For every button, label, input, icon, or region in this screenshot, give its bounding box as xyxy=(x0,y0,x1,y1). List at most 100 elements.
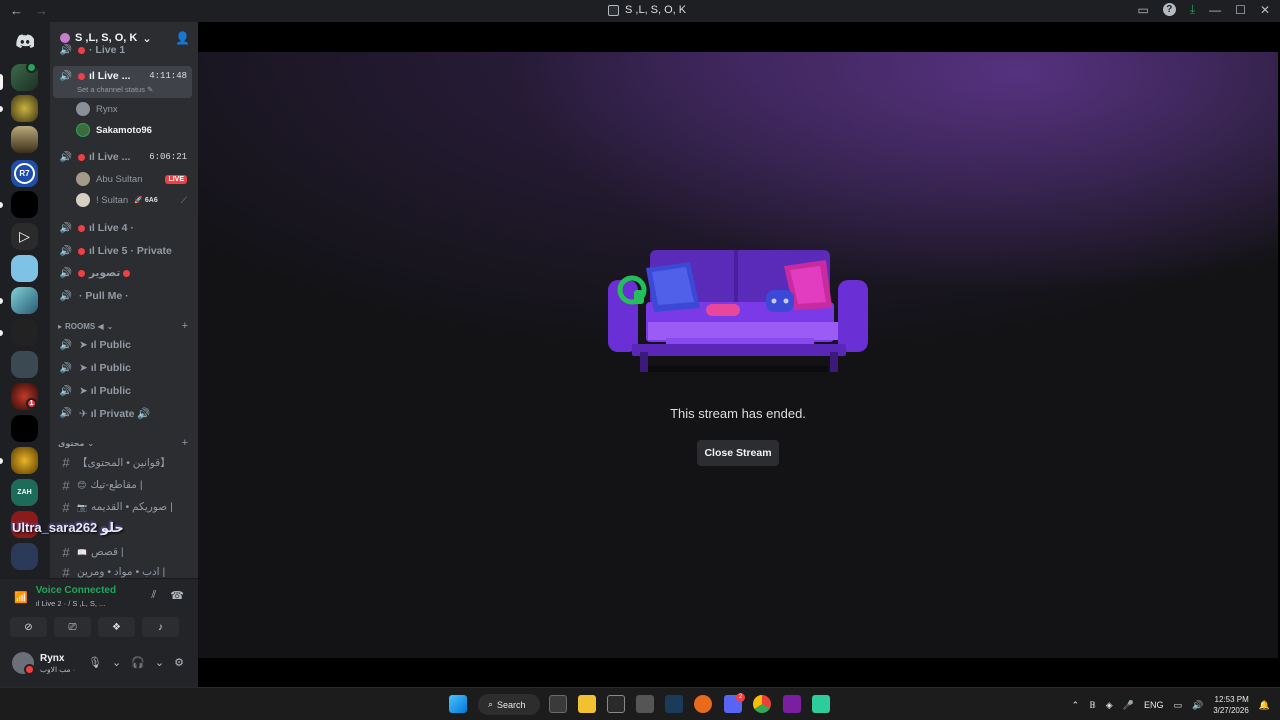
server-zah-icon[interactable]: ZAH xyxy=(11,479,38,506)
screen-share-button[interactable]: ⎚ xyxy=(54,617,91,637)
channel-name: ✈ ıl Private 🔊 xyxy=(79,407,151,420)
voice-user[interactable]: ! Sultan 🚀 6A6 ⟋ xyxy=(76,190,192,210)
forward-button[interactable]: → xyxy=(35,3,48,18)
server-person-icon[interactable] xyxy=(11,543,38,570)
voice-channel-photo[interactable]: 🔊 تصوير xyxy=(53,263,193,283)
voice-user[interactable]: Abu Sultan LIVE xyxy=(76,169,192,189)
server-dark-icon[interactable] xyxy=(11,319,38,346)
discord-logo-icon xyxy=(15,33,34,48)
noise-suppression-icon[interactable]: ⫽ xyxy=(151,589,156,602)
voice-user-name: Rynx xyxy=(96,103,118,115)
voice-status[interactable]: 📶 Voice Connected ıl Live 2 · / S ,L, S,… xyxy=(14,585,116,608)
speaker-icon: 🔊 xyxy=(59,245,73,257)
channel-timer: 6:06:21 xyxy=(149,152,187,162)
headphones-icon[interactable]: 🎧 xyxy=(131,656,145,669)
voice-channel-pullme[interactable]: 🔊 · Pull Me · xyxy=(53,286,193,306)
hashtag-icon: # xyxy=(62,454,70,470)
voice-channel-live3[interactable]: 🔊 ıl Live ... 6:06:21 xyxy=(53,147,193,167)
category-rooms[interactable]: ▸ ROOMS ◀ ⌄ + xyxy=(58,319,190,333)
back-button[interactable]: ← xyxy=(10,3,23,18)
hashtag-icon: # xyxy=(62,565,70,579)
soundboard-button[interactable]: ♪ xyxy=(142,617,179,637)
notification-icon[interactable]: 🔔 xyxy=(1259,700,1270,711)
server-faded-icon[interactable] xyxy=(11,95,38,122)
microphone-icon[interactable]: 🎙 xyxy=(88,656,102,669)
text-channel[interactable]: # ادب • مواد • ومرين | xyxy=(53,565,193,579)
language-indicator[interactable]: ENG xyxy=(1144,700,1164,710)
voice-user[interactable]: Sakamoto96 xyxy=(76,120,192,140)
clock[interactable]: 12:53 PM 3/27/2026 xyxy=(1213,694,1249,716)
voice-user[interactable]: Rynx xyxy=(76,99,192,119)
minimize-button[interactable]: — xyxy=(1209,3,1221,17)
close-window-button[interactable]: ✕ xyxy=(1260,3,1270,17)
voice-channel-live2[interactable]: 🔊 ıl Live ... 4:11:48 xyxy=(53,66,193,86)
camera-off-button[interactable]: ⊘ xyxy=(10,617,47,637)
text-channel[interactable]: # 📖 قصص | xyxy=(53,542,193,562)
text-channel[interactable]: # 😊 مقاطع-تيك | xyxy=(53,475,193,495)
user-panel: Rynx مب الاوب · 🎙 ⌄ 🎧 ⌄ ⚙ xyxy=(0,642,198,687)
app-tray-icon[interactable]: 𝔹 xyxy=(1089,700,1096,711)
maximize-button[interactable]: ☐ xyxy=(1235,3,1246,17)
inbox-icon[interactable]: ▭ xyxy=(1138,3,1149,17)
text-channel[interactable]: # 📷 صوريكم • القديمه | xyxy=(53,497,193,517)
file-explorer-icon[interactable] xyxy=(578,695,596,713)
display-icon[interactable]: ▭ xyxy=(1173,700,1182,711)
server-cloud-icon[interactable] xyxy=(11,287,38,314)
epic-games-icon[interactable] xyxy=(607,695,625,713)
add-channel-icon[interactable]: + xyxy=(182,437,188,449)
android-app-icon[interactable] xyxy=(812,695,830,713)
microphone-tray-icon[interactable]: 🎤 xyxy=(1123,700,1134,711)
chrome-icon[interactable] xyxy=(753,695,771,713)
activities-button[interactable]: ❖ xyxy=(98,617,135,637)
server-black2-icon[interactable] xyxy=(11,415,38,442)
voice-channel-public[interactable]: 🔊 ➤ ıl Public xyxy=(53,381,193,401)
server-mention-badge: 1 xyxy=(26,398,37,409)
server-r7-icon[interactable]: R7 xyxy=(11,160,38,187)
start-button[interactable] xyxy=(449,695,467,713)
download-icon[interactable]: ⤓ xyxy=(1190,2,1195,17)
next-app-icon[interactable] xyxy=(783,695,801,713)
category-content[interactable]: محتوى ⌄ + xyxy=(58,436,190,450)
task-view-icon[interactable] xyxy=(549,695,567,713)
discord-home-button[interactable] xyxy=(11,27,38,54)
voice-channel-private[interactable]: 🔊 ✈ ıl Private 🔊 xyxy=(53,403,193,423)
channel-status-prompt[interactable]: Set a channel status ✎ xyxy=(77,85,153,94)
help-icon[interactable]: ? xyxy=(1162,3,1176,16)
disconnect-icon[interactable]: ☎ xyxy=(170,589,184,602)
channel-name: صوريكم • القديمه | xyxy=(90,501,173,513)
steam-icon[interactable] xyxy=(665,695,683,713)
volume-icon[interactable]: 🔊 xyxy=(1192,700,1203,711)
server-speaker-icon[interactable] xyxy=(11,351,38,378)
text-channel[interactable]: # 【قوانين • المحتوى】 xyxy=(53,452,193,472)
user-name[interactable]: Rynx xyxy=(40,653,64,664)
invite-icon[interactable]: 👤 xyxy=(175,31,190,45)
voice-user-name: ! Sultan xyxy=(96,194,129,206)
server-blue-icon[interactable] xyxy=(11,255,38,282)
voice-channel-live1[interactable]: 🔊 · Live 1 xyxy=(53,44,193,56)
voice-channel-live5[interactable]: 🔊 ıl Live 5 · Private xyxy=(53,241,193,261)
cube-app-icon[interactable] xyxy=(636,695,654,713)
close-stream-button[interactable]: Close Stream xyxy=(697,440,779,466)
server-play-icon[interactable]: ▷ xyxy=(11,223,38,250)
chevron-down-icon[interactable]: ⌄ xyxy=(112,656,121,669)
server-black-icon[interactable] xyxy=(11,191,38,218)
chevron-up-icon[interactable]: ⌃ xyxy=(1072,700,1080,711)
add-channel-icon[interactable]: + xyxy=(182,320,188,332)
voice-connected-channel[interactable]: ıl Live 2 · / S ,L, S, ... xyxy=(36,599,116,608)
taskbar-search[interactable]: ⌕ Search xyxy=(478,694,540,715)
voice-channel-public[interactable]: 🔊 ➤ ıl Public xyxy=(53,358,193,378)
gear-icon[interactable]: ⚙ xyxy=(174,656,184,669)
firefox-icon[interactable] xyxy=(694,695,712,713)
voice-channel-live4[interactable]: 🔊 ıl Live 4 · xyxy=(53,218,193,238)
wifi-tray-icon[interactable]: ◈ xyxy=(1106,700,1113,711)
active-server-pill xyxy=(0,74,3,90)
server-star-icon[interactable] xyxy=(11,447,38,474)
speaker-icon: 🔊 xyxy=(59,385,73,397)
server-unread-pill xyxy=(0,458,3,464)
search-label: Search xyxy=(497,699,526,710)
speaker-icon: 🔊 xyxy=(59,290,73,302)
server-art-icon[interactable] xyxy=(11,126,38,153)
voice-channel-public[interactable]: 🔊 ➤ ıl Public xyxy=(53,335,193,355)
chevron-down-icon[interactable]: ⌄ xyxy=(155,656,164,669)
avatar[interactable] xyxy=(12,652,35,675)
